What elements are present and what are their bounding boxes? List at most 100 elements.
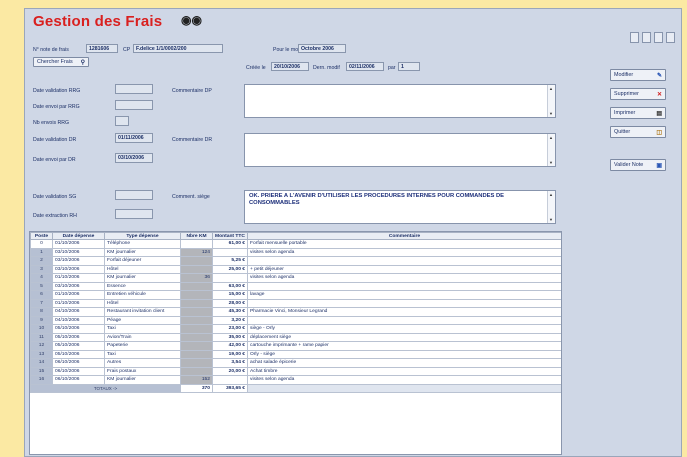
cell-km[interactable] bbox=[180, 307, 213, 317]
cell-type[interactable]: Restaurant invitation client bbox=[104, 307, 181, 317]
table-row[interactable]: 10 05/10/2006 Taxi 23,00 € siège - Orly bbox=[30, 324, 561, 334]
cell-date[interactable]: 01/10/2006 bbox=[52, 273, 105, 283]
cell-montant[interactable]: 61,00 € bbox=[212, 239, 248, 249]
cell-commentaire[interactable] bbox=[247, 298, 561, 308]
cell-montant[interactable]: 5,25 € bbox=[212, 256, 248, 266]
cell-type[interactable]: Péage bbox=[104, 315, 181, 325]
table-row[interactable]: 14 06/10/2006 Autres 3,54 € achat salade épi… bbox=[30, 358, 561, 368]
cell-montant[interactable]: 3,54 € bbox=[212, 358, 248, 368]
column-header-km[interactable]: Nbre KM bbox=[180, 232, 213, 240]
table-row[interactable]: 7 01/10/2006 Hôtel 28,00 € bbox=[30, 298, 561, 308]
cell-km[interactable] bbox=[180, 290, 213, 300]
table-row[interactable]: 13 05/10/2006 Taxi 19,00 € Orly - siège bbox=[30, 349, 561, 359]
employee-field[interactable]: F.delice 1/1/0002/200 bbox=[133, 44, 223, 53]
cell-commentaire[interactable]: achat salade épicerie bbox=[247, 358, 561, 368]
cell-km[interactable] bbox=[180, 264, 213, 274]
cell-montant[interactable]: 45,30 € bbox=[212, 307, 248, 317]
cell-type[interactable]: KM journalier bbox=[104, 273, 181, 283]
cell-type[interactable]: Essence bbox=[104, 281, 181, 291]
cell-km[interactable] bbox=[180, 324, 213, 334]
date-extraction-rh-field[interactable] bbox=[115, 209, 153, 219]
cell-montant[interactable] bbox=[212, 273, 248, 283]
cell-date[interactable]: 06/10/2006 bbox=[52, 375, 105, 385]
window-tile-1-icon[interactable] bbox=[630, 32, 639, 43]
table-row[interactable]: 9 04/10/2006 Péage 3,20 € bbox=[30, 315, 561, 325]
cell-commentaire[interactable]: siège - Orly bbox=[247, 324, 561, 334]
cell-type[interactable]: Papeterie bbox=[104, 341, 181, 351]
table-row[interactable]: 3 03/10/2006 Hôtel 25,00 € + petit déjeuner bbox=[30, 264, 561, 274]
cell-type[interactable]: Hôtel bbox=[104, 298, 181, 308]
cell-commentaire[interactable]: visites selon agenda bbox=[247, 273, 561, 283]
cell-commentaire[interactable]: Orly - siège bbox=[247, 349, 561, 359]
cell-montant[interactable]: 23,00 € bbox=[212, 324, 248, 334]
comment-siege-textarea[interactable]: OK. PRIERE A L'AVENIR D'UTILISER LES PRO… bbox=[244, 190, 556, 224]
cell-type[interactable]: Taxi bbox=[104, 324, 181, 334]
column-header-montant[interactable]: Montant TTC bbox=[212, 232, 248, 240]
window-tile-4-icon[interactable] bbox=[666, 32, 675, 43]
cell-km[interactable]: 124 bbox=[180, 247, 213, 257]
cell-km[interactable] bbox=[180, 315, 213, 325]
quitter-button[interactable]: Quitter ◫ bbox=[610, 126, 666, 138]
pour-mois-field[interactable]: Octobre 2006 bbox=[298, 44, 346, 53]
note-number-field[interactable]: 1281606 bbox=[86, 44, 118, 53]
cell-km[interactable] bbox=[180, 281, 213, 291]
valider-note-button[interactable]: Valider Note ▣ bbox=[610, 159, 666, 171]
cell-type[interactable]: Forfait déjeuner bbox=[104, 256, 181, 266]
creee-field[interactable]: 20/10/2006 bbox=[271, 62, 309, 71]
modifier-button[interactable]: Modifier ✎ bbox=[610, 69, 666, 81]
cell-date[interactable]: 05/10/2006 bbox=[52, 332, 105, 342]
cell-type[interactable]: Hôtel bbox=[104, 264, 181, 274]
cell-km[interactable] bbox=[180, 358, 213, 368]
cell-date[interactable]: 06/10/2006 bbox=[52, 358, 105, 368]
cell-commentaire[interactable] bbox=[247, 281, 561, 291]
cell-date[interactable]: 01/10/2006 bbox=[52, 290, 105, 300]
table-row[interactable]: 15 06/10/2006 Frais postaux 20,00 € Achat ti… bbox=[30, 366, 561, 376]
cell-montant[interactable]: 28,00 € bbox=[212, 298, 248, 308]
cell-km[interactable]: 152 bbox=[180, 375, 213, 385]
cell-date[interactable]: 05/10/2006 bbox=[52, 324, 105, 334]
cell-montant[interactable]: 63,00 € bbox=[212, 281, 248, 291]
column-header-date[interactable]: Date dépense bbox=[52, 232, 105, 240]
cell-km[interactable] bbox=[180, 341, 213, 351]
cell-km[interactable] bbox=[180, 349, 213, 359]
cell-commentaire[interactable]: cartouche imprimante + rame papier bbox=[247, 341, 561, 351]
cell-date[interactable]: 04/10/2006 bbox=[52, 315, 105, 325]
column-header-type[interactable]: Type dépense bbox=[104, 232, 181, 240]
cell-date[interactable]: 01/10/2006 bbox=[52, 298, 105, 308]
dern-modif-field[interactable]: 02/11/2006 bbox=[346, 62, 384, 71]
supprimer-button[interactable]: Supprimer ✕ bbox=[610, 88, 666, 100]
imprimer-button[interactable]: Imprimer ▤ bbox=[610, 107, 666, 119]
cell-montant[interactable]: 35,00 € bbox=[212, 332, 248, 342]
cell-commentaire[interactable]: lavage bbox=[247, 290, 561, 300]
date-validation-sg-field[interactable] bbox=[115, 190, 153, 200]
table-row[interactable]: 11 05/10/2006 Avion/Train 35,00 € déplacemen… bbox=[30, 332, 561, 342]
table-row[interactable]: 0 01/10/2006 Téléphone 61,00 € Forfait mensu… bbox=[30, 239, 561, 249]
cell-type[interactable]: KM journalier bbox=[104, 247, 181, 257]
window-tile-3-icon[interactable] bbox=[654, 32, 663, 43]
cell-commentaire[interactable]: visites selon agenda bbox=[247, 375, 561, 385]
cell-type[interactable]: Avion/Train bbox=[104, 332, 181, 342]
table-row[interactable]: 16 06/10/2006 KM journalier 152 visites selo… bbox=[30, 375, 561, 385]
cell-date[interactable]: 03/10/2006 bbox=[52, 247, 105, 257]
window-tile-2-icon[interactable] bbox=[642, 32, 651, 43]
cell-commentaire[interactable]: Achat timbre bbox=[247, 366, 561, 376]
cell-date[interactable]: 03/10/2006 bbox=[52, 256, 105, 266]
cell-montant[interactable]: 25,00 € bbox=[212, 264, 248, 274]
cell-montant[interactable] bbox=[212, 247, 248, 257]
cell-type[interactable]: Téléphone bbox=[104, 239, 181, 249]
cell-date[interactable]: 03/10/2006 bbox=[52, 281, 105, 291]
column-header-commentaire[interactable]: Commentaire bbox=[247, 232, 561, 240]
date-envoi-rrg-field[interactable] bbox=[115, 100, 153, 110]
cell-type[interactable]: Taxi bbox=[104, 349, 181, 359]
date-validation-rrg-field[interactable] bbox=[115, 84, 153, 94]
cell-type[interactable]: KM journalier bbox=[104, 375, 181, 385]
cell-montant[interactable] bbox=[212, 375, 248, 385]
cell-km[interactable]: 36 bbox=[180, 273, 213, 283]
cell-commentaire[interactable]: Forfait mensuelle portable bbox=[247, 239, 561, 249]
commentaire-dr-textarea[interactable]: ▲ ▼ bbox=[244, 133, 556, 167]
table-row[interactable]: 6 01/10/2006 Entretien véhicule 15,00 € lava… bbox=[30, 290, 561, 300]
cell-commentaire[interactable] bbox=[247, 256, 561, 266]
table-row[interactable]: 1 03/10/2006 KM journalier 124 visites selon… bbox=[30, 247, 561, 257]
commentaire-dp-textarea[interactable]: ▲ ▼ bbox=[244, 84, 556, 118]
cell-commentaire[interactable]: déplacement siège bbox=[247, 332, 561, 342]
